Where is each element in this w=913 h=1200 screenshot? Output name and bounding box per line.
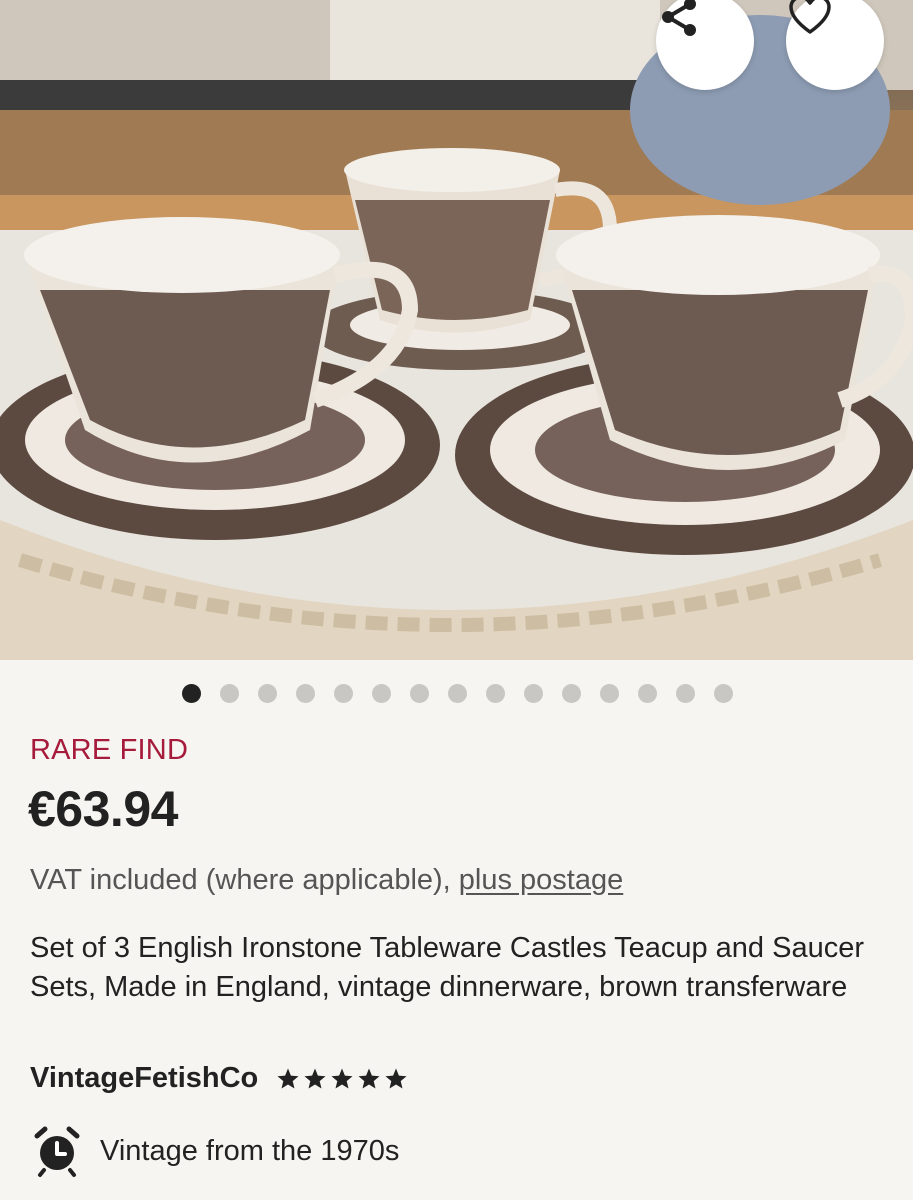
- carousel-dot[interactable]: [714, 684, 733, 703]
- carousel-dot[interactable]: [486, 684, 505, 703]
- carousel-dot[interactable]: [296, 684, 315, 703]
- star-icon: [358, 1068, 380, 1088]
- shop-rating: [276, 1067, 408, 1091]
- carousel-dot[interactable]: [676, 684, 695, 703]
- teacups-illustration: [0, 0, 913, 660]
- price: €63.94: [28, 781, 178, 837]
- carousel-dot[interactable]: [448, 684, 467, 703]
- share-icon: [662, 0, 696, 36]
- carousel-dot[interactable]: [410, 684, 429, 703]
- star-icon: [331, 1068, 353, 1088]
- carousel-dot[interactable]: [258, 684, 277, 703]
- carousel-dot[interactable]: [562, 684, 581, 703]
- alarm-clock-icon: [34, 1126, 80, 1177]
- product-photo[interactable]: [0, 0, 913, 660]
- star-icon: [385, 1068, 407, 1088]
- carousel-dot[interactable]: [638, 684, 657, 703]
- carousel-dot[interactable]: [372, 684, 391, 703]
- shop-name-link[interactable]: VintageFetishCo: [30, 1062, 258, 1095]
- vat-note: VAT included (where applicable), plus po…: [30, 864, 623, 897]
- vintage-info: Vintage from the 1970s: [30, 1124, 399, 1178]
- carousel-dots: [182, 684, 733, 703]
- vat-text: VAT included (where applicable),: [30, 864, 459, 896]
- carousel-dot[interactable]: [524, 684, 543, 703]
- star-icon: [304, 1068, 326, 1088]
- carousel-dot[interactable]: [334, 684, 353, 703]
- rare-find-badge: RARE FIND: [30, 734, 189, 766]
- postage-link[interactable]: plus postage: [459, 864, 623, 896]
- carousel-dot[interactable]: [220, 684, 239, 703]
- vintage-text: Vintage from the 1970s: [100, 1134, 400, 1167]
- heart-icon: [789, 0, 831, 34]
- star-icon: [277, 1068, 299, 1088]
- shop-row: VintageFetishCo: [30, 1062, 408, 1095]
- listing-title: Set of 3 English Ironstone Tableware Cas…: [30, 932, 865, 1003]
- carousel-dot[interactable]: [600, 684, 619, 703]
- listing-page: RARE FIND €63.94 VAT included (where app…: [0, 0, 913, 1200]
- carousel-dot[interactable]: [182, 684, 201, 703]
